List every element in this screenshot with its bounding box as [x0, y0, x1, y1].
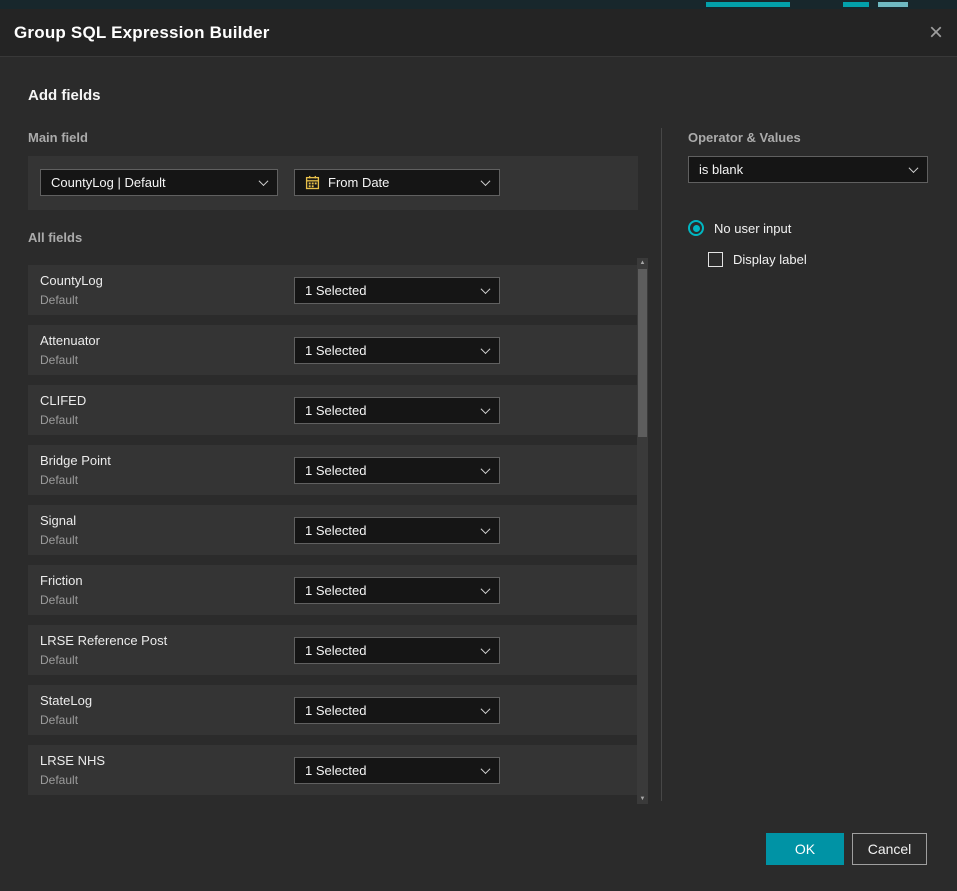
add-fields-heading: Add fields — [28, 87, 101, 104]
field-selection-value: 1 Selected — [305, 763, 366, 778]
field-type: Default — [40, 773, 78, 787]
field-type: Default — [40, 473, 78, 487]
field-name: CountyLog — [40, 273, 103, 288]
layer-select-value: CountyLog | Default — [51, 175, 166, 190]
close-icon[interactable]: × — [929, 21, 943, 45]
no-user-input-label: No user input — [714, 221, 791, 236]
field-selection-dropdown[interactable]: 1 Selected — [294, 757, 500, 784]
date-field-select-value: From Date — [328, 175, 389, 190]
field-name: LRSE Reference Post — [40, 633, 167, 648]
chevron-down-icon — [481, 764, 491, 774]
chevron-down-icon — [481, 704, 491, 714]
chevron-down-icon — [481, 644, 491, 654]
field-row: CountyLog Default 1 Selected — [28, 265, 638, 315]
display-label-option[interactable]: Display label — [708, 252, 807, 267]
calendar-icon — [305, 175, 320, 190]
chevron-down-icon — [481, 284, 491, 294]
field-selection-value: 1 Selected — [305, 463, 366, 478]
date-field-select[interactable]: From Date — [294, 169, 500, 196]
field-selection-dropdown[interactable]: 1 Selected — [294, 697, 500, 724]
field-selection-dropdown[interactable]: 1 Selected — [294, 397, 500, 424]
radio-button-icon[interactable] — [688, 220, 704, 236]
field-selection-value: 1 Selected — [305, 403, 366, 418]
chevron-down-icon — [481, 464, 491, 474]
operator-values-label: Operator & Values — [688, 130, 801, 145]
field-selection-dropdown[interactable]: 1 Selected — [294, 517, 500, 544]
scrollbar-thumb[interactable] — [638, 269, 647, 437]
field-name: Attenuator — [40, 333, 100, 348]
field-row: Friction Default 1 Selected — [28, 565, 638, 615]
chevron-down-icon — [481, 344, 491, 354]
field-selection-value: 1 Selected — [305, 643, 366, 658]
chevron-down-icon — [259, 176, 269, 186]
field-row: LRSE NHS Default 1 Selected — [28, 745, 638, 795]
layer-select[interactable]: CountyLog | Default — [40, 169, 278, 196]
field-name: Signal — [40, 513, 76, 528]
field-selection-value: 1 Selected — [305, 583, 366, 598]
field-selection-value: 1 Selected — [305, 523, 366, 538]
scroll-down-icon[interactable]: ▼ — [637, 794, 648, 804]
field-row: Attenuator Default 1 Selected — [28, 325, 638, 375]
operator-select[interactable]: is blank — [688, 156, 928, 183]
field-name: CLIFED — [40, 393, 86, 408]
display-label-label: Display label — [733, 252, 807, 267]
background-fragment — [706, 2, 790, 7]
scroll-up-icon[interactable]: ▲ — [637, 258, 648, 268]
field-name: LRSE NHS — [40, 753, 105, 768]
vertical-divider — [661, 128, 662, 801]
field-row: LRSE Reference Post Default 1 Selected — [28, 625, 638, 675]
field-type: Default — [40, 713, 78, 727]
background-fragment — [843, 2, 869, 7]
group-sql-expression-builder-dialog: Group SQL Expression Builder × Add field… — [0, 9, 957, 891]
field-type: Default — [40, 653, 78, 667]
cancel-button[interactable]: Cancel — [852, 833, 927, 865]
field-type: Default — [40, 593, 78, 607]
dialog-title: Group SQL Expression Builder — [14, 23, 270, 43]
chevron-down-icon — [481, 404, 491, 414]
checkbox-icon[interactable] — [708, 252, 723, 267]
field-type: Default — [40, 413, 78, 427]
chevron-down-icon — [481, 584, 491, 594]
field-row: Bridge Point Default 1 Selected — [28, 445, 638, 495]
background-app-peek — [0, 0, 957, 9]
screen: Group SQL Expression Builder × Add field… — [0, 0, 957, 891]
main-field-label: Main field — [28, 130, 88, 145]
chevron-down-icon — [909, 163, 919, 173]
chevron-down-icon — [481, 176, 491, 186]
field-type: Default — [40, 293, 78, 307]
field-row: CLIFED Default 1 Selected — [28, 385, 638, 435]
field-name: Bridge Point — [40, 453, 111, 468]
field-type: Default — [40, 353, 78, 367]
all-fields-label: All fields — [28, 230, 82, 245]
no-user-input-option[interactable]: No user input — [688, 220, 791, 236]
field-selection-value: 1 Selected — [305, 703, 366, 718]
scrollbar[interactable]: ▲ ▼ — [637, 258, 648, 804]
main-field-panel: CountyLog | Default From Date — [28, 156, 638, 210]
operator-select-value: is blank — [699, 162, 743, 177]
field-row: Signal Default 1 Selected — [28, 505, 638, 555]
field-row: StateLog Default 1 Selected — [28, 685, 638, 735]
all-fields-list: CountyLog Default 1 Selected Attenuator … — [28, 265, 638, 805]
dialog-header: Group SQL Expression Builder × — [0, 9, 957, 57]
chevron-down-icon — [481, 524, 491, 534]
field-selection-dropdown[interactable]: 1 Selected — [294, 577, 500, 604]
ok-button[interactable]: OK — [766, 833, 844, 865]
field-selection-dropdown[interactable]: 1 Selected — [294, 337, 500, 364]
field-type: Default — [40, 533, 78, 547]
field-selection-dropdown[interactable]: 1 Selected — [294, 277, 500, 304]
field-selection-value: 1 Selected — [305, 283, 366, 298]
field-name: StateLog — [40, 693, 92, 708]
background-fragment — [878, 2, 908, 7]
field-selection-dropdown[interactable]: 1 Selected — [294, 637, 500, 664]
field-selection-value: 1 Selected — [305, 343, 366, 358]
field-name: Friction — [40, 573, 83, 588]
field-selection-dropdown[interactable]: 1 Selected — [294, 457, 500, 484]
